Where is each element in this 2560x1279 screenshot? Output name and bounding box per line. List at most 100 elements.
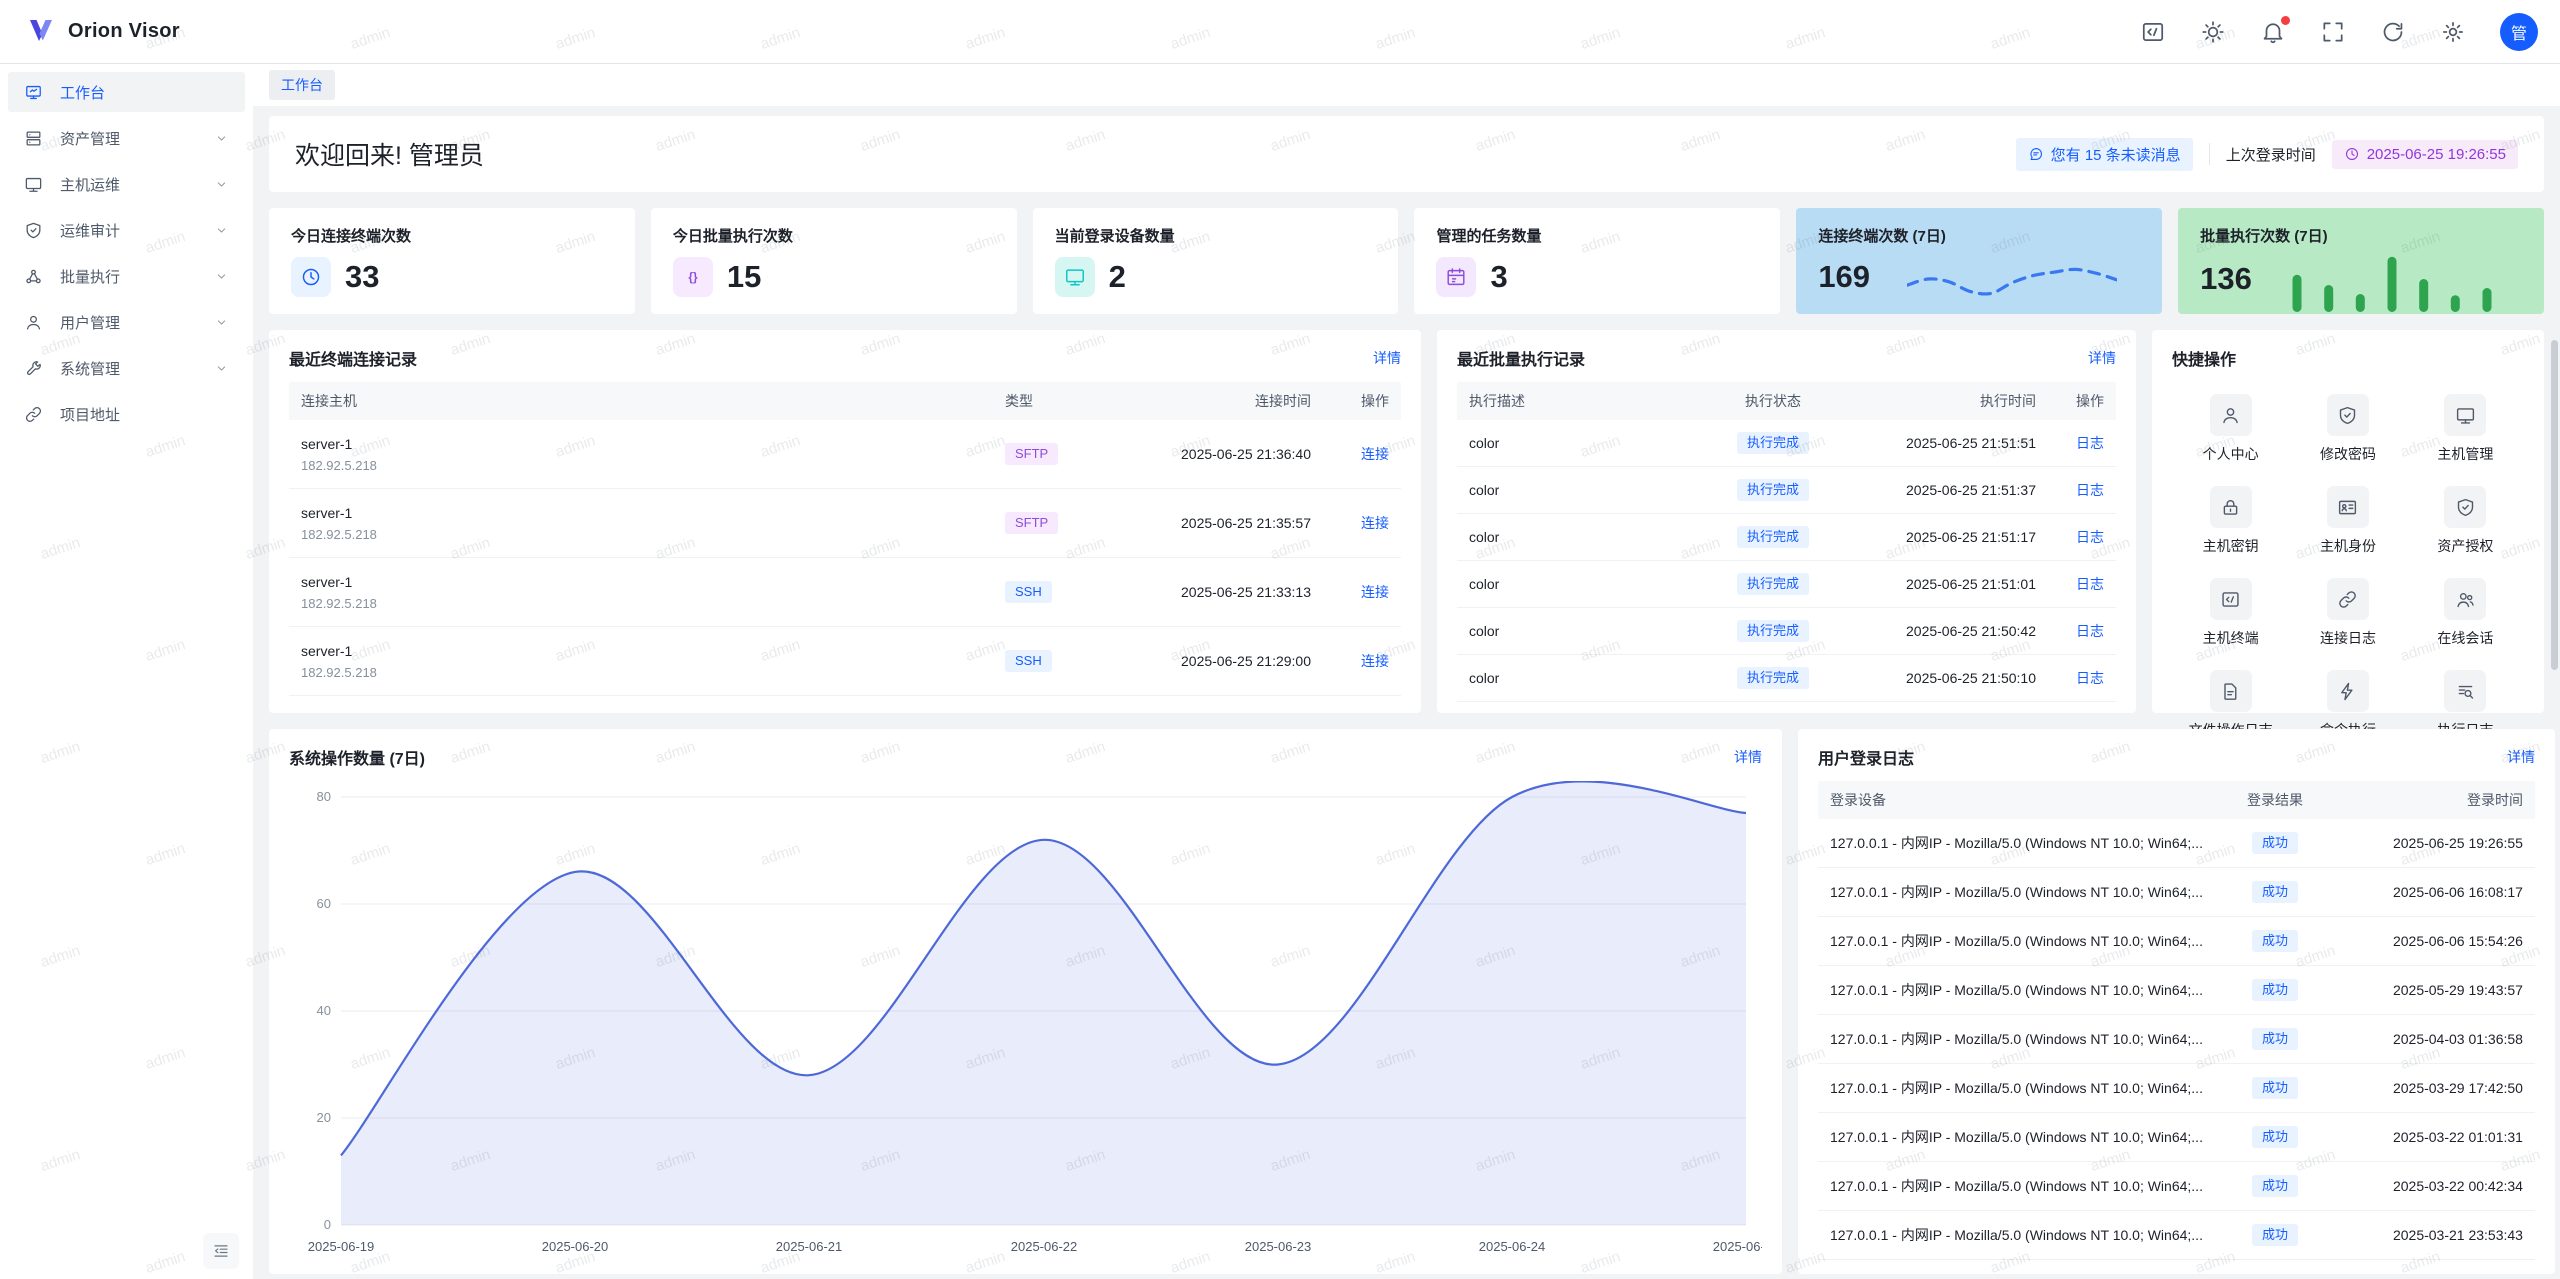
quick-op-monitor[interactable]: 主机管理: [2407, 394, 2524, 464]
sidebar-item-label: 资产管理: [60, 128, 214, 149]
log-link[interactable]: 日志: [2076, 623, 2104, 639]
sidebar-item-label: 系统管理: [60, 358, 214, 379]
quick-op-user[interactable]: 个人中心: [2172, 394, 2289, 464]
braces-icon: {}: [673, 257, 713, 297]
quick-op-label: 个人中心: [2203, 444, 2259, 464]
log-link[interactable]: 日志: [2076, 529, 2104, 545]
fullscreen-icon[interactable]: [2320, 19, 2346, 45]
sidebar-item-label: 运维审计: [60, 220, 214, 241]
exec-records-detail-link[interactable]: 详情: [2088, 348, 2116, 368]
log-link[interactable]: 日志: [2076, 670, 2104, 686]
status-tag: 执行完成: [1737, 479, 1809, 502]
desc-cell: color: [1457, 482, 1698, 498]
status-tag: 执行完成: [1737, 526, 1809, 549]
time-cell: 2025-03-22 01:01:31: [2335, 1129, 2535, 1145]
result-cell: 成功: [2215, 881, 2335, 904]
content-area: 工作台 欢迎回来! 管理员 您有 15 条未读消息 上次登录时间 2025-06…: [253, 64, 2560, 1279]
sidebar-item-shield[interactable]: 运维审计: [8, 210, 245, 250]
action-cell: 连接: [1323, 582, 1401, 602]
quick-op-shield[interactable]: 修改密码: [2289, 394, 2406, 464]
column-header: 连接主机: [289, 391, 993, 411]
device-cell: 127.0.0.1 - 内网IP - Mozilla/5.0 (Windows …: [1818, 1078, 2215, 1098]
action-cell: 连接: [1323, 513, 1401, 533]
result-cell: 成功: [2215, 832, 2335, 855]
sidebar-item-dashboard[interactable]: 工作台: [8, 72, 245, 112]
quick-op-label: 主机终端: [2203, 628, 2259, 648]
stat-value: 136: [2200, 261, 2252, 297]
table-row: server-1182.92.5.218SSH2025-06-25 21:29:…: [289, 627, 1401, 696]
welcome-banner: 欢迎回来! 管理员 您有 15 条未读消息 上次登录时间 2025-06-25 …: [269, 116, 2544, 192]
quick-op-shield[interactable]: 资产授权: [2407, 486, 2524, 556]
stat-label: 批量执行次数 (7日): [2200, 225, 2522, 246]
table-row: 127.0.0.1 - 内网IP - Mozilla/5.0 (Windows …: [1818, 819, 2535, 868]
quick-op-lock[interactable]: 主机密钥: [2172, 486, 2289, 556]
user-avatar[interactable]: 管: [2500, 13, 2538, 51]
result-cell: 成功: [2215, 1175, 2335, 1198]
quick-op-idcard[interactable]: 主机身份: [2289, 486, 2406, 556]
quick-op-users[interactable]: 在线会话: [2407, 578, 2524, 648]
terminal-7d-sparkline: [1907, 246, 2117, 308]
unread-messages-pill[interactable]: 您有 15 条未读消息: [2016, 138, 2193, 171]
system-operations-detail-link[interactable]: 详情: [1734, 747, 1762, 767]
shield-icon: [24, 221, 43, 240]
collapse-sidebar-button[interactable]: [203, 1233, 239, 1269]
action-cell: 连接: [1323, 651, 1401, 671]
protocol-tag: SFTP: [1005, 443, 1058, 466]
sidebar-item-monitor[interactable]: 主机运维: [8, 164, 245, 204]
users-icon: [2444, 578, 2486, 620]
code-button[interactable]: [2140, 19, 2166, 45]
quick-op-link[interactable]: 连接日志: [2289, 578, 2406, 648]
table-row: color执行完成2025-06-25 21:50:42日志: [1457, 608, 2116, 655]
sidebar-item-cluster[interactable]: 批量执行: [8, 256, 245, 296]
sidebar-item-wrench[interactable]: 系统管理: [8, 348, 245, 388]
log-link[interactable]: 日志: [2076, 435, 2104, 451]
table-row: color执行完成2025-06-25 21:51:51日志: [1457, 420, 2116, 467]
table-row: 127.0.0.1 - 内网IP - Mozilla/5.0 (Windows …: [1818, 917, 2535, 966]
desc-cell: color: [1457, 670, 1698, 686]
settings-gear-icon[interactable]: [2440, 19, 2466, 45]
status-tag: 执行完成: [1737, 432, 1809, 455]
time-cell: 2025-03-21 23:53:43: [2335, 1227, 2535, 1243]
svg-text:2025-06-21: 2025-06-21: [776, 1239, 843, 1254]
connect-link[interactable]: 连接: [1361, 584, 1389, 600]
panel-title: 最近终端连接记录: [289, 346, 417, 370]
stat-card-batch-7d: 批量执行次数 (7日) 136: [2178, 208, 2544, 314]
login-logs-detail-link[interactable]: 详情: [2507, 747, 2535, 767]
sidebar-item-server[interactable]: 资产管理: [8, 118, 245, 158]
monitor-icon: [24, 175, 43, 194]
time-cell: 2025-03-22 00:42:34: [2335, 1178, 2535, 1194]
connect-link[interactable]: 连接: [1361, 515, 1389, 531]
chevron-down-icon: [214, 269, 229, 284]
cluster-icon: [24, 267, 43, 286]
scrollbar-thumb[interactable]: [2551, 340, 2558, 670]
user-icon: [24, 313, 43, 332]
log-link[interactable]: 日志: [2076, 482, 2104, 498]
svg-text:2025-06-23: 2025-06-23: [1245, 1239, 1312, 1254]
last-login-time: 2025-06-25 19:26:55: [2367, 146, 2506, 163]
quick-op-code[interactable]: 主机终端: [2172, 578, 2289, 648]
svg-text:0: 0: [324, 1217, 331, 1232]
log-link[interactable]: 日志: [2076, 576, 2104, 592]
panel-title: 最近批量执行记录: [1457, 346, 1585, 370]
time-cell: 2025-06-25 21:35:57: [1103, 515, 1323, 531]
type-cell: SSH: [993, 650, 1103, 673]
status-cell: 执行完成: [1698, 432, 1848, 455]
result-cell: 成功: [2215, 1028, 2335, 1051]
connect-link[interactable]: 连接: [1361, 653, 1389, 669]
breadcrumb-workbench-tag[interactable]: 工作台: [269, 70, 335, 100]
terminal-records-detail-link[interactable]: 详情: [1373, 348, 1401, 368]
refresh-icon[interactable]: [2380, 19, 2406, 45]
result-tag: 成功: [2252, 1126, 2298, 1149]
sidebar-item-user[interactable]: 用户管理: [8, 302, 245, 342]
stat-value: 15: [727, 259, 761, 295]
theme-sun-icon[interactable]: [2200, 19, 2226, 45]
stat-card-terminal-today: 今日连接终端次数 33: [269, 208, 635, 314]
column-header: 登录结果: [2215, 790, 2335, 810]
result-tag: 成功: [2252, 979, 2298, 1002]
sidebar-item-link[interactable]: 项目地址: [8, 394, 245, 434]
notifications-bell-icon[interactable]: [2260, 19, 2286, 45]
divider: [2209, 143, 2210, 165]
time-cell: 2025-06-06 16:08:17: [2335, 884, 2535, 900]
svg-text:2025-06-20: 2025-06-20: [542, 1239, 609, 1254]
connect-link[interactable]: 连接: [1361, 446, 1389, 462]
